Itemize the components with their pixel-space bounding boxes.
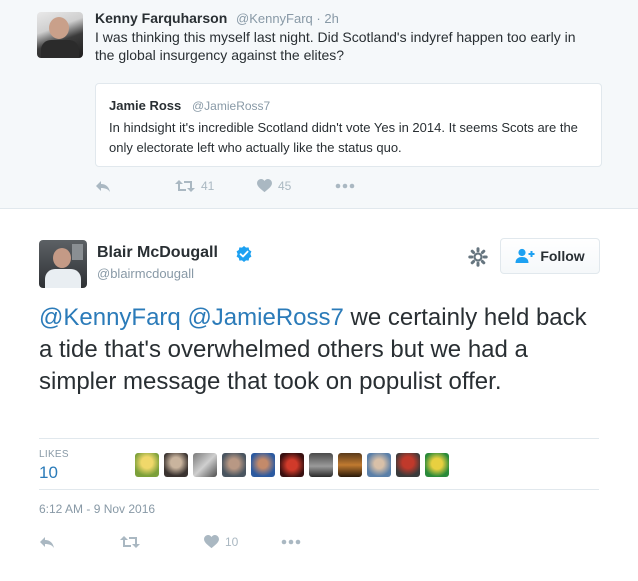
avatar-face <box>53 248 71 268</box>
tweet-stats: LIKES 10 <box>39 438 599 490</box>
liker-avatar[interactable] <box>222 453 246 477</box>
more-button[interactable] <box>281 539 301 545</box>
author-handle[interactable]: @KennyFarq · 2h <box>236 11 339 26</box>
retweet-icon <box>120 536 140 548</box>
like-count: 45 <box>278 179 292 193</box>
liker-avatar[interactable] <box>425 453 449 477</box>
verified-icon <box>236 246 252 262</box>
reply-icon <box>96 181 110 192</box>
quoted-author-name: Jamie Ross <box>109 98 182 113</box>
retweet-button[interactable]: 41 <box>175 179 257 193</box>
tweet-text: @KennyFarq @JamieRoss7 we certainly held… <box>39 302 599 398</box>
reply-icon <box>40 537 54 548</box>
liker-avatar[interactable] <box>251 453 275 477</box>
avatar-shirt <box>45 269 81 288</box>
liker-avatar[interactable] <box>164 453 188 477</box>
main-action-bar: 10 <box>39 535 301 549</box>
parent-action-bar: 41 45 <box>95 179 355 193</box>
more-icon <box>335 183 355 189</box>
more-button[interactable] <box>335 183 355 189</box>
likes-label: LIKES <box>39 449 69 460</box>
avatar[interactable] <box>37 12 83 58</box>
avatar-shirt <box>41 40 79 58</box>
retweet-button[interactable] <box>120 535 204 549</box>
follow-label: Follow <box>540 248 585 264</box>
author-name[interactable]: Kenny Farquharson <box>95 10 227 26</box>
follow-button[interactable]: Follow <box>500 238 600 274</box>
likes-count[interactable]: 10 <box>39 463 58 483</box>
liker-avatar[interactable] <box>309 453 333 477</box>
quoted-author-handle: @JamieRoss7 <box>192 99 271 113</box>
author-handle[interactable]: @blairmcdougall <box>97 266 194 281</box>
mention-link[interactable]: @JamieRoss7 <box>187 304 343 331</box>
liker-avatar[interactable] <box>193 453 217 477</box>
avatar-face <box>49 17 69 39</box>
liker-avatar[interactable] <box>338 453 362 477</box>
heart-icon <box>257 179 272 193</box>
liker-avatar[interactable] <box>367 453 391 477</box>
like-button[interactable]: 45 <box>257 179 335 193</box>
author-name[interactable]: Blair McDougall <box>97 244 218 262</box>
like-count: 10 <box>225 535 239 549</box>
mention-link[interactable]: @KennyFarq <box>39 304 181 331</box>
tweet-timestamp[interactable]: 6:12 AM - 9 Nov 2016 <box>39 502 155 516</box>
liker-avatars <box>135 453 449 477</box>
quoted-tweet[interactable]: Jamie Ross @JamieRoss7 In hindsight it's… <box>95 83 602 167</box>
retweet-count: 41 <box>201 179 215 193</box>
avatar[interactable] <box>39 240 87 288</box>
like-button[interactable]: 10 <box>204 535 281 549</box>
reply-button[interactable] <box>95 179 175 193</box>
follow-person-icon <box>515 248 535 263</box>
liker-avatar[interactable] <box>396 453 420 477</box>
retweet-icon <box>175 180 195 192</box>
tweet-time: · 2h <box>316 11 339 26</box>
parent-tweet[interactable]: Kenny Farquharson @KennyFarq · 2h I was … <box>0 0 638 209</box>
author-handle-text: @KennyFarq <box>236 11 313 26</box>
tweet-text: I was thinking this myself last night. D… <box>95 29 576 63</box>
avatar-background-frame <box>72 244 83 260</box>
gear-icon[interactable] <box>468 247 488 267</box>
liker-avatar[interactable] <box>280 453 304 477</box>
quoted-tweet-text: In hindsight it's incredible Scotland di… <box>109 120 578 155</box>
liker-avatar[interactable] <box>135 453 159 477</box>
heart-icon <box>204 535 219 549</box>
more-icon <box>281 539 301 545</box>
reply-button[interactable] <box>39 535 120 549</box>
